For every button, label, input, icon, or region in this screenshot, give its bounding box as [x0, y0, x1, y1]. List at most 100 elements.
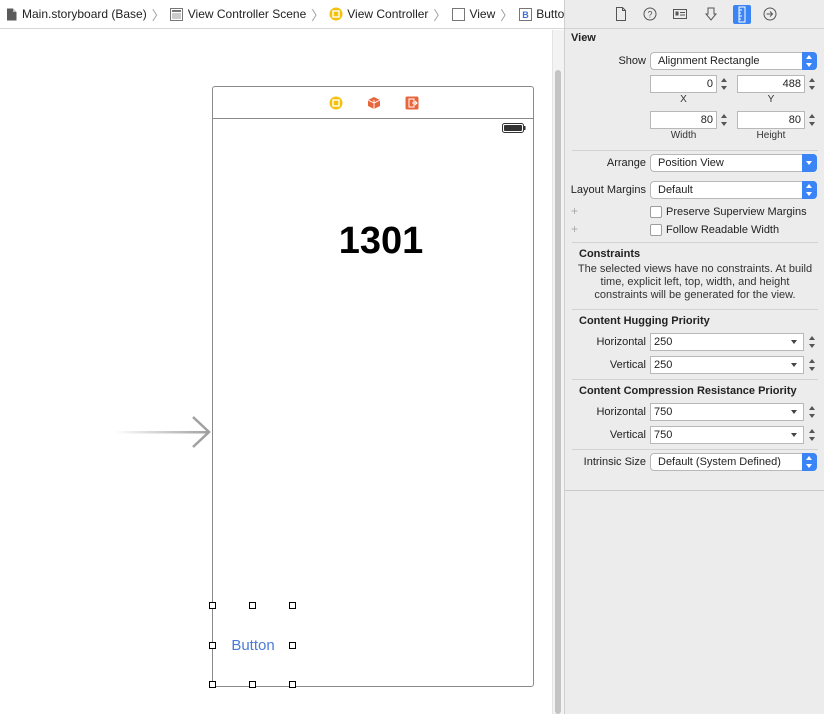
intrinsic-size-label: Intrinsic Size [583, 456, 646, 468]
resize-handle[interactable] [249, 681, 256, 688]
battery-icon [502, 123, 526, 133]
exit-icon[interactable] [405, 96, 419, 110]
divider [572, 449, 818, 450]
y-field[interactable]: 488 [737, 75, 805, 93]
breadcrumb-item-button[interactable]: B Button [518, 0, 564, 28]
dropdown-arrow-icon [791, 363, 797, 367]
resize-handle[interactable] [209, 681, 216, 688]
divider [572, 309, 818, 310]
resize-handle[interactable] [289, 642, 296, 649]
divider [572, 242, 818, 243]
x-field[interactable]: 0 [650, 75, 717, 93]
compression-title: Content Compression Resistance Priority [579, 385, 797, 397]
hugging-vertical-stepper[interactable] [808, 356, 817, 374]
plus-icon[interactable]: + [571, 222, 578, 236]
first-responder-icon[interactable] [367, 96, 381, 110]
breadcrumb: Main.storyboard (Base) 〉 View Controller… [0, 0, 564, 29]
chevron-right-icon: 〉 [433, 7, 447, 23]
dropdown-arrow-icon [791, 410, 797, 414]
svg-text:B: B [522, 10, 529, 20]
preserve-superview-label: Preserve Superview Margins [666, 206, 807, 218]
height-stepper[interactable] [808, 111, 817, 129]
follow-readable-checkbox[interactable] [650, 224, 662, 236]
identity-inspector-icon[interactable] [673, 7, 687, 21]
dropdown-arrow-icon [791, 433, 797, 437]
plus-icon[interactable]: + [571, 204, 578, 218]
selected-button[interactable]: Button [213, 637, 293, 654]
quick-help-icon[interactable]: ? [643, 7, 657, 21]
view-controller-icon[interactable] [329, 96, 343, 110]
scene-icon [170, 7, 184, 21]
width-label: Width [670, 130, 697, 141]
layout-margins-label: Layout Margins [570, 184, 646, 196]
intrinsic-size-popup[interactable]: Default (System Defined) [650, 453, 817, 471]
breadcrumb-item-storyboard[interactable]: Main.storyboard (Base) [4, 0, 147, 28]
inspector-toolbar: ? [565, 0, 824, 29]
file-inspector-icon[interactable] [614, 7, 628, 21]
arrange-label: Arrange [606, 157, 646, 169]
button-b-icon: B [518, 7, 532, 21]
hugging-vertical-combo[interactable]: 250 [650, 356, 804, 374]
hugging-horizontal-label: Horizontal [596, 336, 646, 348]
canvas-scrollbar[interactable] [552, 30, 564, 714]
constraints-title: Constraints [579, 248, 641, 260]
x-stepper[interactable] [720, 75, 729, 93]
inspector-body: View Show Alignment Rectangle 0 488 X Y … [565, 29, 824, 491]
height-field[interactable]: 80 [737, 111, 805, 129]
popup-arrows-icon [802, 52, 817, 70]
show-label: Show [618, 55, 646, 67]
attributes-inspector-icon[interactable] [704, 7, 718, 21]
compression-vertical-stepper[interactable] [808, 426, 817, 444]
popup-arrows-icon [802, 453, 817, 471]
width-stepper[interactable] [720, 111, 729, 129]
constraints-description: The selected views have no constraints. … [577, 263, 813, 301]
x-label: X [680, 94, 687, 105]
view-controller-icon [329, 7, 343, 21]
preserve-superview-checkbox[interactable] [650, 206, 662, 218]
resize-handle[interactable] [289, 602, 296, 609]
resize-handle[interactable] [249, 602, 256, 609]
width-field[interactable]: 80 [650, 111, 717, 129]
y-label: Y [767, 94, 775, 105]
chevron-down-icon [802, 154, 817, 172]
chevron-right-icon: 〉 [311, 7, 325, 23]
resize-handle[interactable] [209, 602, 216, 609]
breadcrumb-item-view[interactable]: View [451, 0, 495, 28]
popup-arrows-icon [802, 181, 817, 199]
connections-inspector-icon[interactable] [763, 7, 777, 21]
show-popup[interactable]: Alignment Rectangle [650, 52, 817, 70]
view-section-title: View [571, 32, 596, 44]
view-controller-scene[interactable]: 1301 Button [209, 86, 534, 688]
resize-handle[interactable] [289, 681, 296, 688]
scene-dock [213, 87, 533, 119]
size-inspector-icon[interactable] [733, 5, 751, 24]
dropdown-arrow-icon [791, 340, 797, 344]
layout-margins-popup[interactable]: Default [650, 181, 817, 199]
compression-horizontal-combo[interactable]: 750 [650, 403, 804, 421]
hugging-vertical-label: Vertical [609, 359, 646, 371]
breadcrumb-item-scene[interactable]: View Controller Scene [170, 0, 306, 28]
height-label: Height [756, 130, 786, 141]
arrange-popup[interactable]: Position View [650, 154, 817, 172]
divider [572, 379, 818, 380]
counter-label[interactable]: 1301 [213, 220, 533, 263]
compression-vertical-label: Vertical [609, 429, 646, 441]
hugging-title: Content Hugging Priority [579, 315, 710, 327]
hugging-horizontal-stepper[interactable] [808, 333, 817, 351]
storyboard-file-icon [4, 7, 18, 21]
breadcrumb-item-view-controller[interactable]: View Controller [329, 0, 428, 28]
follow-readable-label: Follow Readable Width [666, 224, 780, 236]
scrollbar-thumb[interactable] [555, 70, 561, 714]
svg-text:?: ? [647, 10, 652, 20]
compression-vertical-combo[interactable]: 750 [650, 426, 804, 444]
size-inspector: ? View Show Alignment Rectangle 0 488 X … [564, 0, 824, 714]
resize-handle[interactable] [209, 642, 216, 649]
initial-view-controller-arrow-icon[interactable] [115, 416, 215, 448]
divider [572, 150, 818, 151]
compression-horizontal-stepper[interactable] [808, 403, 817, 421]
chevron-right-icon: 〉 [151, 7, 165, 23]
compression-horizontal-label: Horizontal [596, 406, 646, 418]
hugging-horizontal-combo[interactable]: 250 [650, 333, 804, 351]
view-icon [451, 7, 465, 21]
y-stepper[interactable] [808, 75, 817, 93]
